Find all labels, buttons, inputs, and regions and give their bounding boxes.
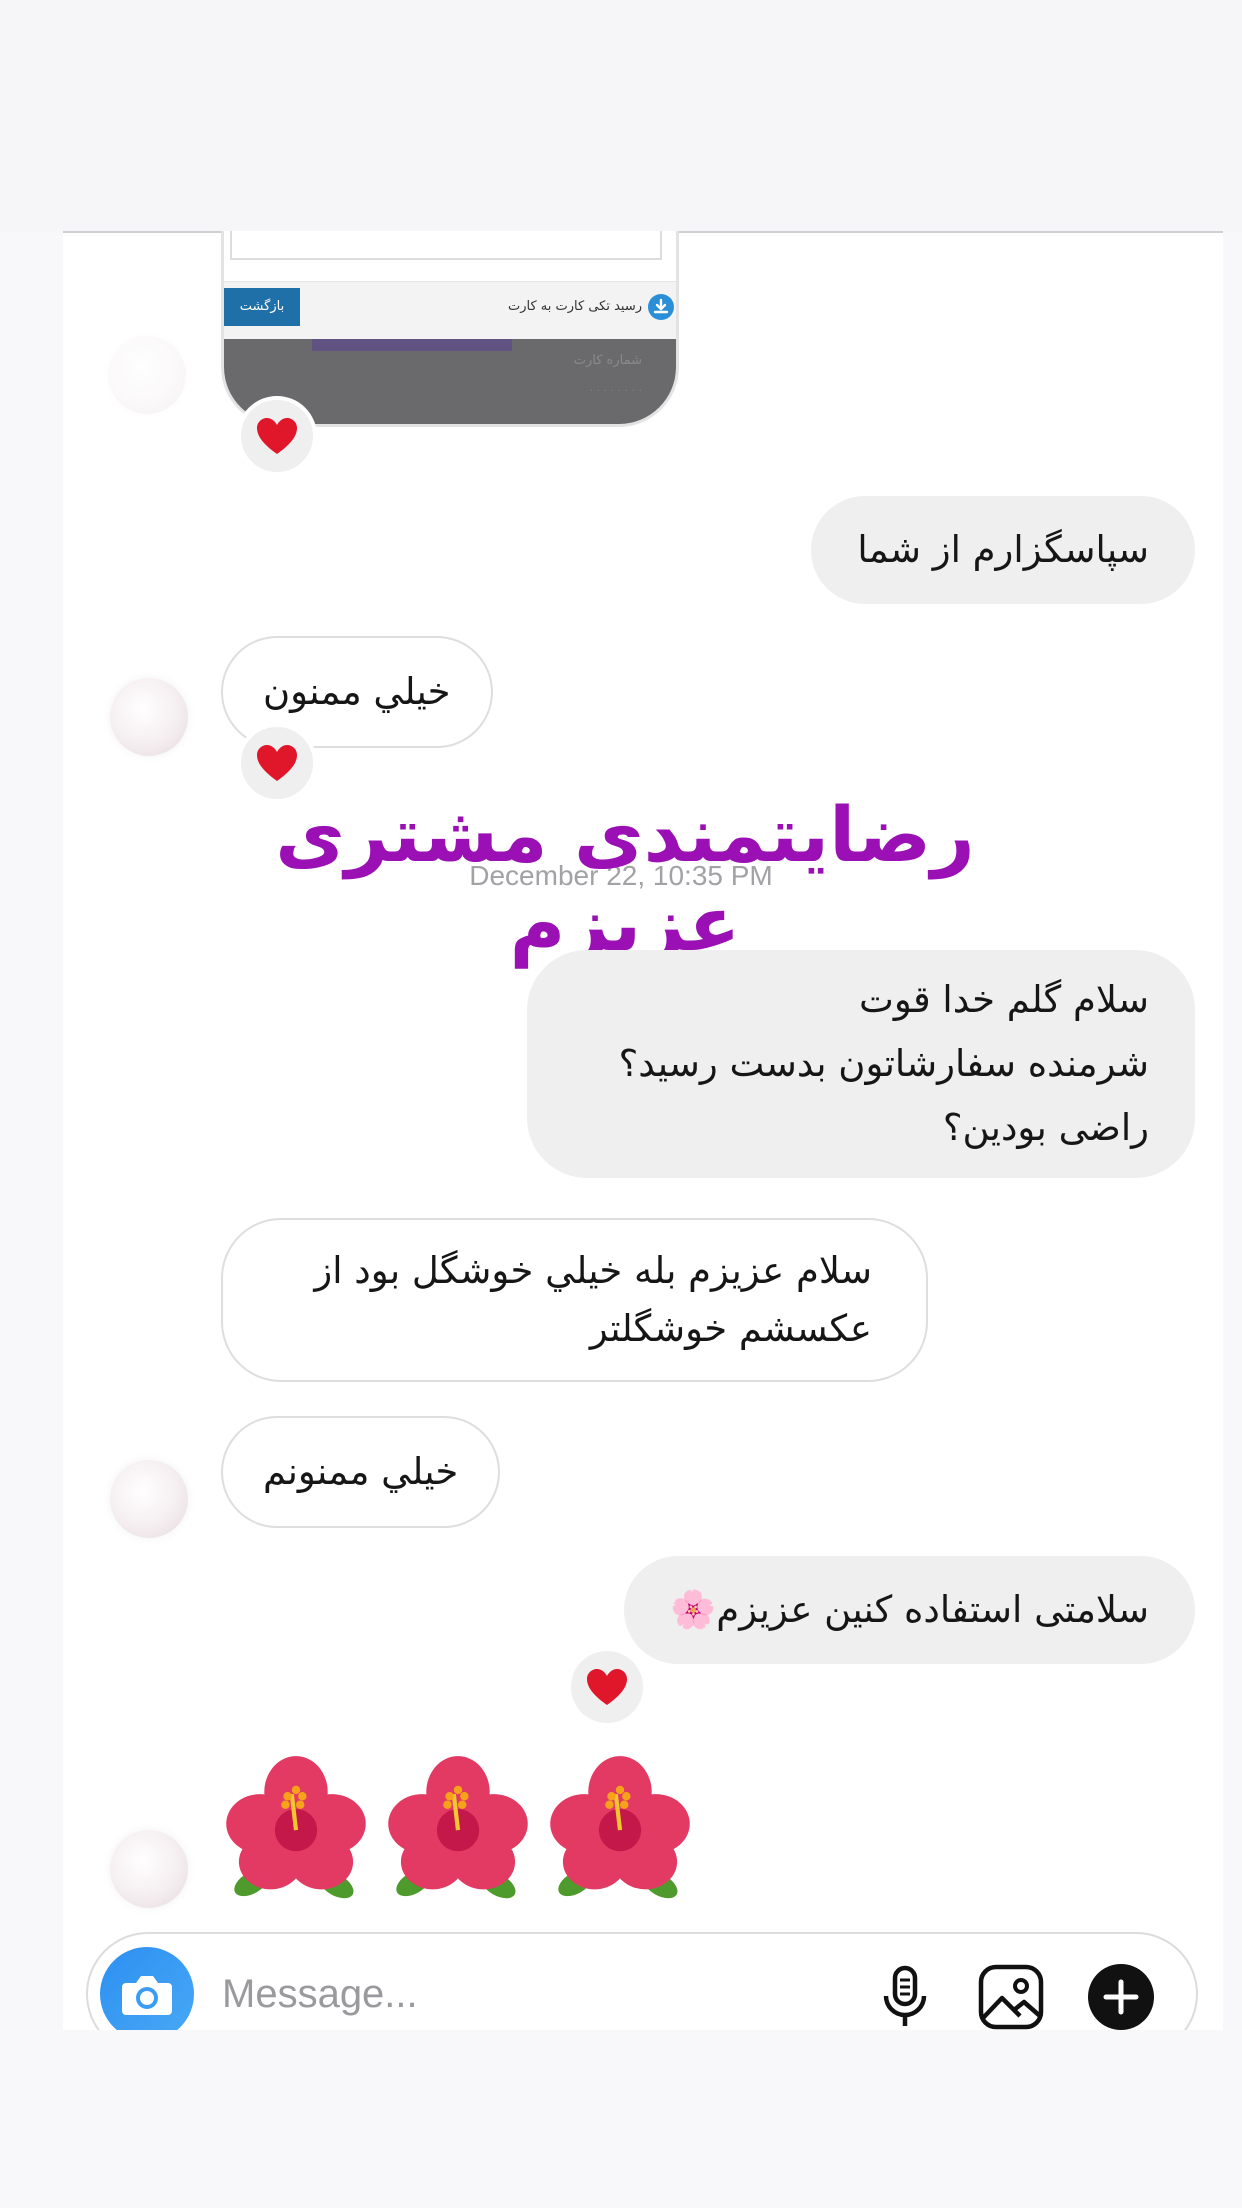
contact-avatar[interactable]	[110, 1460, 188, 1538]
bottom-safe-area	[0, 2030, 1242, 2208]
contact-avatar[interactable]	[110, 1830, 188, 1908]
shared-image-back-button: بازگشت	[224, 288, 300, 326]
top-area	[0, 0, 1242, 232]
message-outgoing[interactable]: سپاسگزارم از شما	[811, 496, 1195, 604]
download-icon	[648, 294, 674, 320]
hibiscus-icon	[550, 1756, 690, 1899]
heart-icon	[587, 1669, 627, 1705]
hibiscus-icon	[226, 1756, 366, 1899]
heart-icon	[257, 418, 297, 454]
hibiscus-icon	[388, 1756, 528, 1899]
shared-image-toolbar: بازگشت رسید تکی کارت به کارت	[224, 281, 676, 339]
message-outgoing[interactable]: سلام گلم خدا قوت شرمنده سفارشاتون بدست ر…	[527, 950, 1195, 1178]
heart-icon	[257, 745, 297, 781]
overlay-caption: رضايتمندی مشتری عزيزم	[275, 790, 976, 968]
microphone-button[interactable]	[870, 1962, 940, 2032]
contact-avatar[interactable]	[110, 678, 188, 756]
shared-image-card	[230, 231, 662, 260]
shared-image-receipt-label: رسید تکی کارت به کارت	[508, 299, 642, 314]
heart-reaction[interactable]	[237, 396, 317, 476]
add-button[interactable]	[1086, 1962, 1156, 2032]
message-input[interactable]	[222, 1954, 822, 2034]
contact-avatar[interactable]	[108, 336, 186, 414]
gallery-icon	[978, 1964, 1044, 2030]
heart-reaction[interactable]	[567, 1647, 647, 1727]
emoji-message[interactable]	[222, 1754, 694, 1902]
microphone-icon	[883, 1965, 927, 2026]
message-outgoing[interactable]: سلامتی استفاده کنين عزيزم🌸	[624, 1556, 1195, 1664]
message-incoming[interactable]: سلام عزيزم بله خيلي خوشگل بود از عکسشم خ…	[221, 1218, 928, 1382]
gallery-button[interactable]	[976, 1962, 1046, 2032]
plus-icon	[1088, 1964, 1154, 2030]
camera-button[interactable]	[100, 1947, 194, 2041]
camera-icon	[122, 1976, 172, 2015]
message-incoming[interactable]: خيلي ممنونم	[221, 1416, 501, 1528]
